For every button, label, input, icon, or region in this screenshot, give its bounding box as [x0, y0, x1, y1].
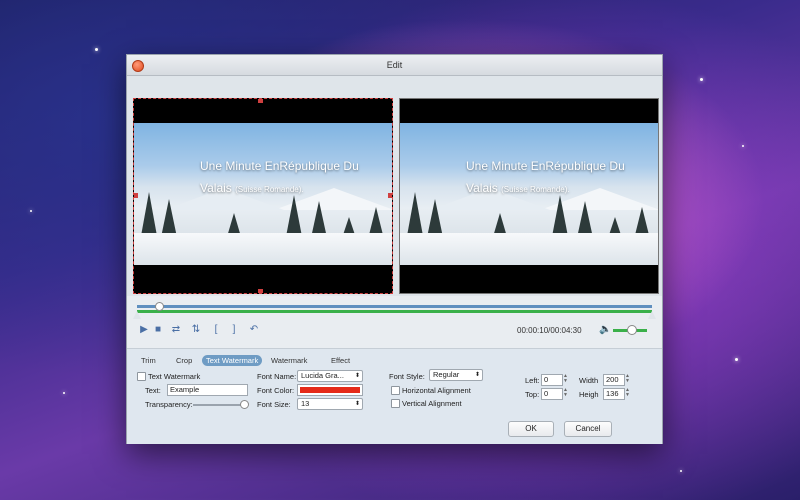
transparency-slider-track[interactable] — [193, 404, 245, 406]
crop-handle[interactable] — [134, 193, 138, 198]
left-input[interactable]: 0 — [541, 374, 563, 386]
height-input[interactable]: 136 — [603, 388, 625, 400]
video-frame: Une Minute EnRépublique Du Valais (Suiss… — [400, 123, 658, 265]
watermark-text: Une Minute EnRépublique Du Valais (Suiss… — [466, 155, 625, 201]
star — [700, 78, 703, 81]
text-watermark-label: Text Watermark — [148, 372, 201, 381]
width-stepper[interactable]: ▲ ▼ — [624, 374, 631, 384]
width-label: Width — [579, 376, 599, 385]
original-preview[interactable]: Une Minute EnRépublique Du Valais (Suiss… — [133, 98, 393, 294]
player-controls: ▶ ■ ⇄ ⇅ [ ] ↶ 00:00:10/00:04:30 🔈 — [137, 323, 652, 339]
font-size-value: 13 — [301, 399, 310, 408]
tab-watermark[interactable]: Watermark — [267, 355, 311, 366]
output-preview: Une Minute EnRépublique Du Valais (Suiss… — [399, 98, 659, 294]
horizontal-alignment-checkbox[interactable] — [391, 386, 400, 395]
stop-icon[interactable]: ■ — [151, 323, 165, 337]
font-style-label: Font Style: — [389, 372, 425, 381]
undo-icon[interactable]: ↶ — [247, 323, 261, 337]
font-color-fill — [300, 387, 360, 393]
ok-button[interactable]: OK — [508, 421, 554, 437]
tab-text-watermark[interactable]: Text Watermark — [202, 355, 263, 366]
text-input[interactable]: Example — [167, 384, 248, 396]
vertical-alignment-checkbox[interactable] — [391, 399, 400, 408]
watermark-line-2-small: (Suisse Romande). — [501, 185, 570, 194]
crop-handle[interactable] — [258, 289, 263, 293]
transparency-label: Transparency: — [145, 400, 193, 409]
timeline[interactable] — [133, 301, 656, 319]
star — [63, 392, 65, 394]
snow — [134, 233, 392, 265]
mark-out-icon[interactable]: ] — [227, 323, 241, 337]
star — [735, 358, 738, 361]
timeline-selection — [137, 310, 652, 313]
mark-in-icon[interactable]: [ — [209, 323, 223, 337]
watermark-text[interactable]: Une Minute EnRépublique Du Valais (Suiss… — [200, 155, 359, 201]
top-stepper[interactable]: ▲ ▼ — [562, 388, 569, 398]
crop-handle[interactable] — [388, 193, 392, 198]
watermark-line-1: Une Minute EnRépublique Du — [200, 159, 359, 173]
width-input[interactable]: 200 — [603, 374, 625, 386]
height-stepper[interactable]: ▲ ▼ — [624, 388, 631, 398]
edit-window: Edit Une Minute EnRépublique Du Valais (… — [126, 54, 663, 444]
top-label: Top: — [525, 390, 540, 399]
watermark-line-1: Une Minute EnRépublique Du — [466, 159, 625, 173]
font-color-label: Font Color: — [257, 386, 295, 395]
transparency-slider-knob[interactable] — [240, 400, 249, 409]
playhead[interactable] — [155, 302, 164, 311]
volume-slider-knob[interactable] — [627, 325, 637, 335]
title-bar: Edit — [127, 55, 662, 76]
window-title: Edit — [386, 60, 403, 70]
time-current: 00:00:10 — [517, 326, 549, 335]
star — [95, 48, 98, 51]
flip-horizontal-icon[interactable]: ⇄ — [169, 323, 183, 337]
font-size-label: Font Size: — [257, 400, 291, 409]
star — [680, 470, 682, 472]
play-icon[interactable]: ▶ — [137, 323, 151, 337]
font-style-select[interactable]: Regular ⬍ — [429, 369, 483, 381]
left-stepper[interactable]: ▲ ▼ — [562, 374, 569, 384]
star — [30, 210, 32, 212]
top-input[interactable]: 0 — [541, 388, 563, 400]
chevron-updown-icon: ⬍ — [354, 401, 360, 407]
tab-trim[interactable]: Trim — [137, 355, 160, 366]
left-label: Left: — [525, 376, 540, 385]
tab-crop[interactable]: Crop — [172, 355, 196, 366]
font-color-picker[interactable] — [297, 384, 363, 396]
tab-effect[interactable]: Effect — [327, 355, 354, 366]
cancel-button[interactable]: Cancel — [564, 421, 612, 437]
height-label: Heigh — [579, 390, 599, 399]
time-display: 00:00:10/00:04:30 — [517, 326, 582, 335]
close-button[interactable] — [132, 60, 144, 72]
text-watermark-checkbox[interactable] — [137, 372, 146, 381]
vertical-alignment-label: Vertical Alignment — [402, 399, 462, 408]
font-style-value: Regular — [433, 370, 460, 379]
video-frame: Une Minute EnRépublique Du Valais (Suiss… — [134, 123, 392, 265]
text-label: Text: — [145, 386, 161, 395]
font-name-select[interactable]: Lucida Gra... ⬍ — [297, 370, 363, 382]
trim-start-marker[interactable] — [133, 311, 141, 319]
font-name-value: Lucida Gra... — [301, 371, 344, 380]
watermark-line-2-small: (Suisse Romande). — [235, 185, 304, 194]
time-total: 00:04:30 — [550, 326, 582, 335]
settings-panel: Trim Crop Text Watermark Watermark Effec… — [127, 348, 662, 444]
trim-end-marker[interactable] — [648, 311, 656, 319]
volume-icon[interactable]: 🔈 — [599, 324, 611, 335]
watermark-line-2: Valais — [466, 181, 498, 195]
chevron-updown-icon: ⬍ — [474, 372, 480, 378]
font-size-select[interactable]: 13 ⬍ — [297, 398, 363, 410]
star — [742, 145, 744, 147]
watermark-line-2: Valais — [200, 181, 232, 195]
horizontal-alignment-label: Horizontal Alignment — [402, 386, 471, 395]
timeline-track — [137, 305, 652, 308]
chevron-updown-icon: ⬍ — [354, 373, 360, 379]
snow — [400, 233, 658, 265]
flip-vertical-icon[interactable]: ⇅ — [189, 323, 203, 337]
font-name-label: Font Name: — [257, 372, 297, 381]
crop-handle[interactable] — [258, 99, 263, 103]
preview-area: Une Minute EnRépublique Du Valais (Suiss… — [127, 76, 662, 296]
